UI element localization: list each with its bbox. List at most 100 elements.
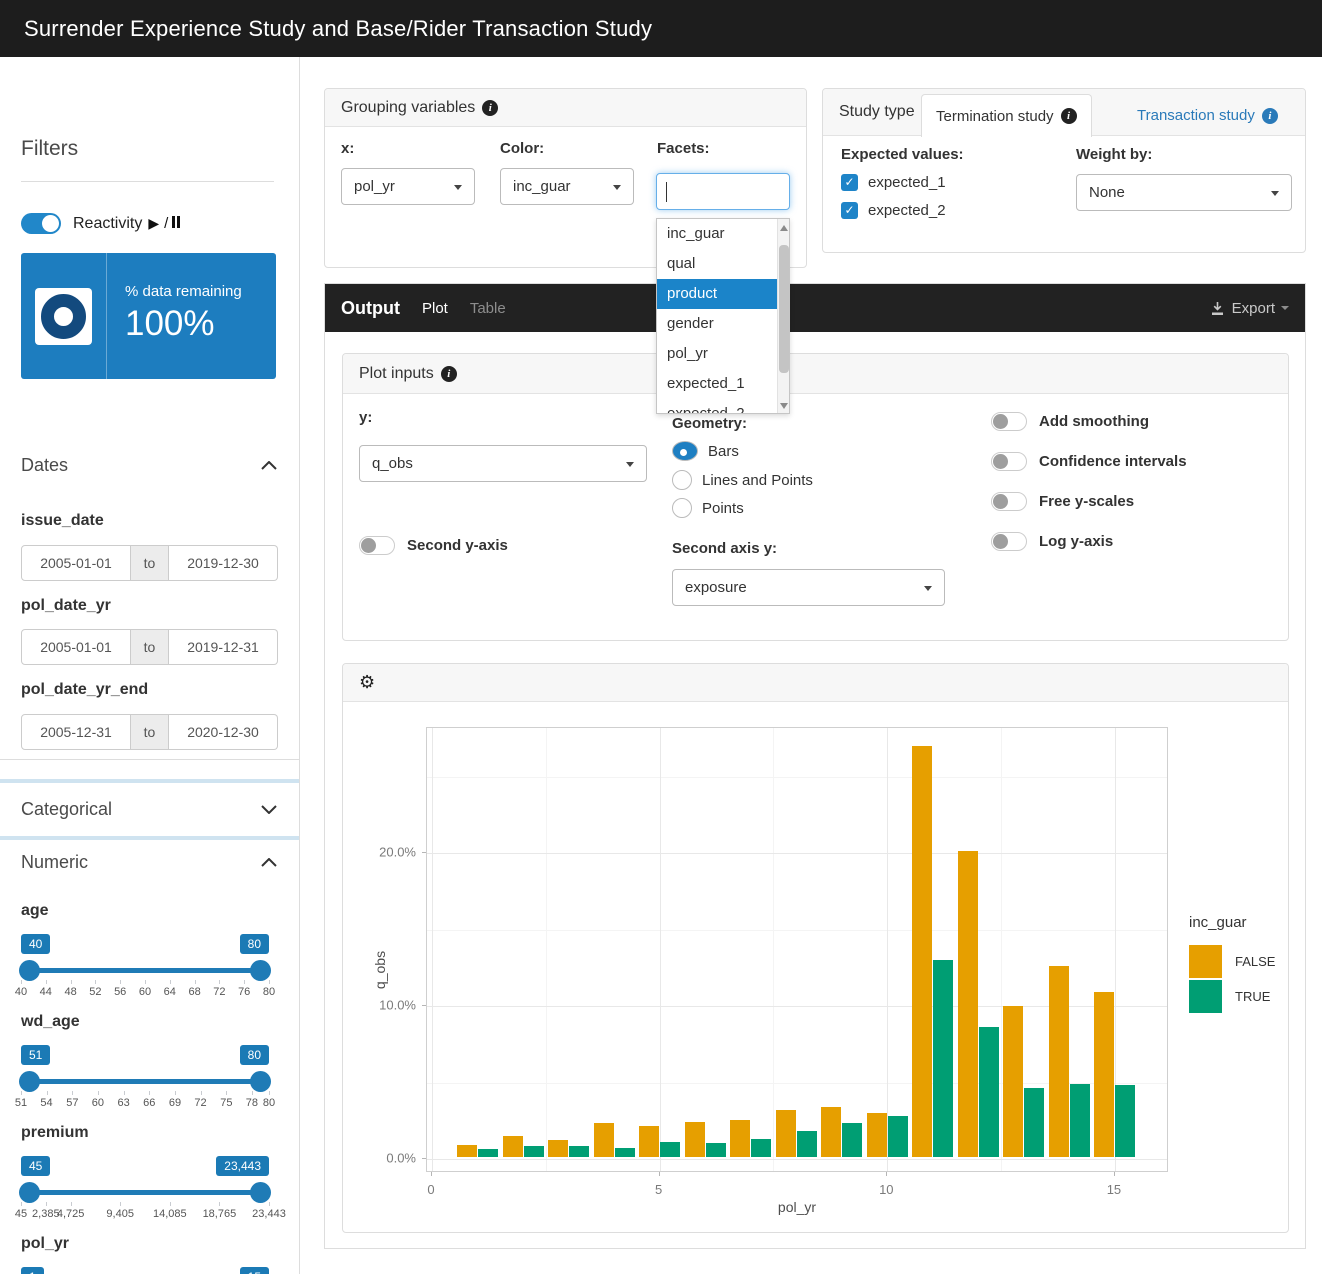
weight-by-select[interactable]: None (1076, 174, 1292, 211)
slider-handle-left[interactable] (19, 960, 40, 981)
bar-true-polyr-3[interactable] (569, 1146, 589, 1157)
bar-false-polyr-3[interactable] (548, 1140, 568, 1157)
date-to-input[interactable]: 2020-12-30 (169, 714, 278, 750)
tab-table[interactable]: Table (470, 300, 506, 317)
bar-true-polyr-7[interactable] (751, 1139, 771, 1157)
info-icon[interactable]: i (441, 366, 457, 382)
checkbox-label: expected_2 (868, 202, 946, 219)
bar-true-polyr-6[interactable] (706, 1143, 726, 1157)
second-y-axis-toggle[interactable] (359, 536, 395, 555)
scroll-up-icon[interactable] (780, 225, 788, 231)
bar-false-polyr-2[interactable] (503, 1136, 523, 1157)
add-smoothing-toggle[interactable] (991, 412, 1027, 431)
bar-true-polyr-9[interactable] (842, 1123, 862, 1157)
info-icon[interactable]: i (482, 100, 498, 116)
bar-false-polyr-7[interactable] (730, 1120, 750, 1157)
bar-false-polyr-14[interactable] (1049, 966, 1069, 1157)
dropdown-item-expected_2[interactable]: expected_2 (657, 399, 778, 414)
section-categorical[interactable]: Categorical (21, 799, 277, 820)
slider-handle-left[interactable] (19, 1071, 40, 1092)
tab-termination-study[interactable]: Termination study i (921, 94, 1092, 137)
bar-false-polyr-1[interactable] (457, 1145, 477, 1157)
range-slider-wd-age[interactable]: 51 80 5154576063666972757880 (21, 1045, 269, 1109)
slider-tick-mark (219, 980, 220, 984)
radio-bars[interactable]: Bars (672, 441, 739, 461)
date-from-input[interactable]: 2005-12-31 (21, 714, 131, 750)
slider-handle-right[interactable] (250, 1071, 271, 1092)
range-slider-pol-yr[interactable]: 1 15 13579111315 (21, 1267, 269, 1274)
bar-false-polyr-11[interactable] (912, 746, 932, 1157)
export-button[interactable]: Export (1210, 300, 1289, 317)
slider-ticks: 4044485256606468727680 (21, 980, 269, 998)
range-slider-age[interactable]: 40 80 4044485256606468727680 (21, 934, 269, 998)
x-variable-select[interactable]: pol_yr (341, 168, 475, 205)
facets-input[interactable] (656, 173, 790, 210)
dropdown-item-inc_guar[interactable]: inc_guar (657, 219, 778, 249)
bar-true-polyr-1[interactable] (478, 1149, 498, 1157)
tab-plot[interactable]: Plot (422, 300, 448, 317)
info-icon[interactable]: i (1262, 108, 1278, 124)
date-from-input[interactable]: 2005-01-01 (21, 629, 131, 665)
slider-tick-mark (145, 980, 146, 984)
dropdown-scrollbar[interactable] (777, 219, 789, 414)
bar-true-polyr-10[interactable] (888, 1116, 908, 1157)
bar-true-polyr-15[interactable] (1115, 1085, 1135, 1157)
bar-false-polyr-15[interactable] (1094, 992, 1114, 1157)
slider-tick-mark (269, 980, 270, 984)
bar-true-polyr-4[interactable] (615, 1148, 635, 1157)
second-axis-y-label: Second axis y: (672, 540, 777, 557)
bar-true-polyr-8[interactable] (797, 1131, 817, 1157)
log-y-axis-toggle[interactable] (991, 532, 1027, 551)
dropdown-item-pol_yr[interactable]: pol_yr (657, 339, 778, 369)
dropdown-item-gender[interactable]: gender (657, 309, 778, 339)
reactivity-toggle[interactable] (21, 213, 61, 234)
bar-false-polyr-6[interactable] (685, 1122, 705, 1157)
dropdown-item-product[interactable]: product (657, 279, 778, 309)
checkbox-checked-icon: ✓ (841, 202, 858, 219)
range-slider-premium[interactable]: 45 23,443 452,3854,7259,40514,08518,7652… (21, 1156, 269, 1220)
bar-false-polyr-13[interactable] (1003, 1006, 1023, 1157)
bar-false-polyr-12[interactable] (958, 851, 978, 1157)
section-numeric[interactable]: Numeric (21, 852, 277, 873)
y-variable-select[interactable]: q_obs (359, 445, 647, 482)
x-axis-tick-label: 15 (1107, 1182, 1121, 1197)
radio-lines-points[interactable]: Lines and Points (672, 470, 813, 490)
radio-points[interactable]: Points (672, 498, 744, 518)
caret-down-icon (626, 462, 634, 467)
scrollbar-thumb[interactable] (779, 245, 789, 373)
bar-true-polyr-5[interactable] (660, 1142, 680, 1157)
date-to-input[interactable]: 2019-12-30 (169, 545, 278, 581)
section-dates[interactable]: Dates (21, 455, 277, 476)
second-axis-y-select[interactable]: exposure (672, 569, 945, 606)
checkbox-expected-2[interactable]: ✓ expected_2 (841, 202, 946, 219)
bar-false-polyr-4[interactable] (594, 1123, 614, 1157)
confidence-intervals-toggle[interactable] (991, 452, 1027, 471)
slider-handle-right[interactable] (250, 1182, 271, 1203)
bar-true-polyr-11[interactable] (933, 960, 953, 1157)
bar-true-polyr-2[interactable] (524, 1146, 544, 1157)
bar-false-polyr-9[interactable] (821, 1107, 841, 1157)
reactivity-control: Reactivity ▶ / (21, 213, 180, 234)
bar-true-polyr-13[interactable] (1024, 1088, 1044, 1157)
bar-true-polyr-14[interactable] (1070, 1084, 1090, 1157)
bar-true-polyr-12[interactable] (979, 1027, 999, 1157)
bar-false-polyr-10[interactable] (867, 1113, 887, 1157)
bar-false-polyr-5[interactable] (639, 1126, 659, 1157)
legend-key-true: TRUE (1189, 980, 1275, 1013)
tab-transaction-study[interactable]: Transaction study i (1123, 94, 1292, 137)
bar-false-polyr-8[interactable] (776, 1110, 796, 1157)
caret-down-icon (1271, 191, 1279, 196)
slider-handle-left[interactable] (19, 1182, 40, 1203)
date-from-input[interactable]: 2005-01-01 (21, 545, 131, 581)
info-icon[interactable]: i (1061, 108, 1077, 124)
gear-icon[interactable]: ⚙ (359, 672, 375, 693)
date-to-input[interactable]: 2019-12-31 (169, 629, 278, 665)
slider-handle-right[interactable] (250, 960, 271, 981)
color-variable-select[interactable]: inc_guar (500, 168, 634, 205)
dropdown-item-expected_1[interactable]: expected_1 (657, 369, 778, 399)
dropdown-item-qual[interactable]: qual (657, 249, 778, 279)
checkbox-expected-1[interactable]: ✓ expected_1 (841, 174, 946, 191)
scroll-down-icon[interactable] (780, 403, 788, 409)
free-y-scales-toggle[interactable] (991, 492, 1027, 511)
x-axis-tick (1114, 1172, 1115, 1176)
